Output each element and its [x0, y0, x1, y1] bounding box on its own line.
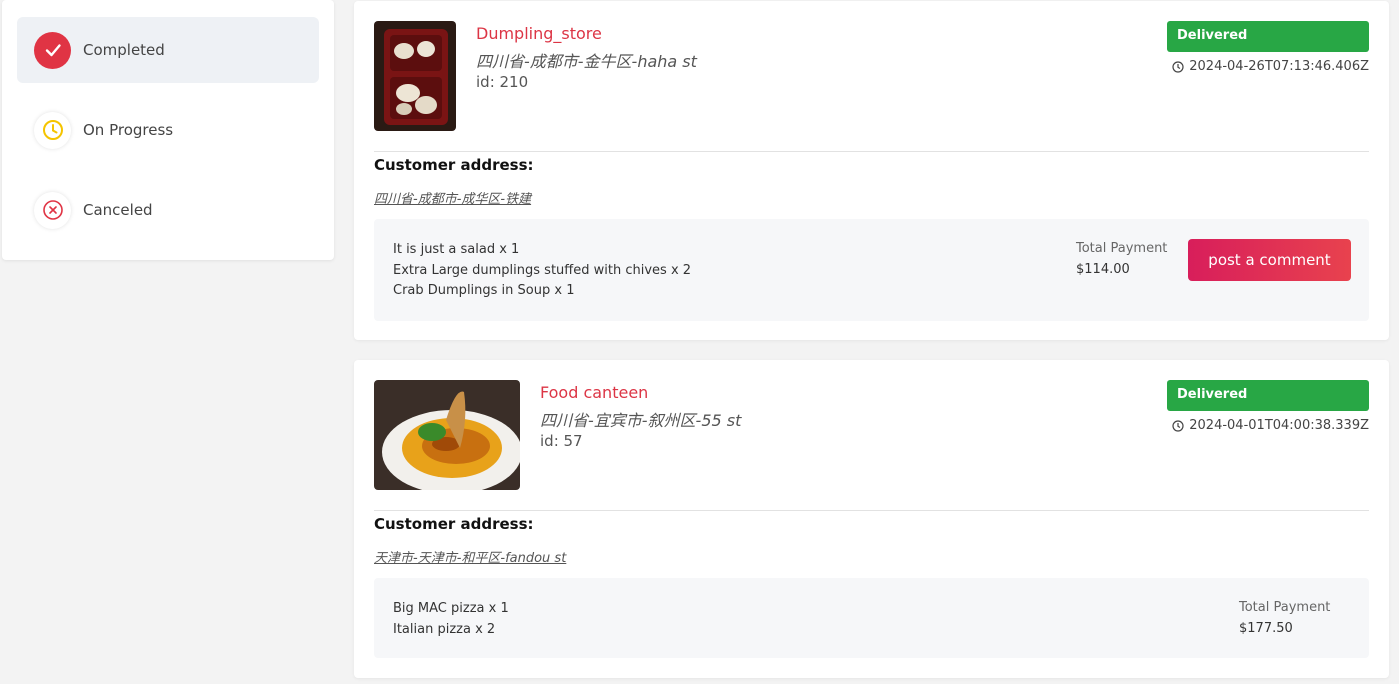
post-comment-button[interactable]: post a comment — [1188, 239, 1351, 281]
order-items-panel: It is just a salad x 1 Extra Large dumpl… — [374, 219, 1369, 321]
status-sidebar: Completed On Progress Canceled — [2, 0, 334, 260]
store-address: 四川省-宜宾市-叙州区-55 st — [540, 411, 742, 430]
divider — [374, 510, 1369, 511]
store-name-link[interactable]: Food canteen — [540, 383, 648, 402]
total-payment-label: Total Payment — [1076, 241, 1168, 256]
clock-icon — [34, 111, 71, 149]
list-item: It is just a salad x 1 — [393, 242, 520, 257]
clock-icon — [1172, 419, 1184, 432]
sidebar-item-canceled[interactable]: Canceled — [17, 177, 319, 243]
sidebar-item-label: Completed — [83, 41, 165, 59]
check-circle-icon — [34, 31, 71, 69]
store-image — [374, 21, 456, 131]
clock-icon — [1172, 60, 1184, 73]
total-payment-value: $114.00 — [1076, 262, 1130, 277]
sidebar-item-label: On Progress — [83, 121, 174, 139]
order-timestamp: 2024-04-01T04:00:38.339Z — [1172, 418, 1369, 433]
list-item: Extra Large dumplings stuffed with chive… — [393, 262, 692, 278]
store-name-link[interactable]: Dumpling_store — [476, 24, 602, 43]
store-id: id: 57 — [540, 432, 583, 450]
list-item: Big MAC pizza x 1 — [393, 601, 509, 616]
sidebar-item-label: Canceled — [83, 201, 153, 219]
order-card: Food canteen 四川省-宜宾市-叙州区-55 st id: 57 De… — [354, 360, 1389, 678]
list-item: Italian pizza x 2 — [393, 621, 496, 637]
customer-address-heading: Customer address: — [374, 515, 534, 533]
order-items-list: It is just a salad x 1 Extra Large dumpl… — [393, 240, 691, 302]
timestamp-text: 2024-04-01T04:00:38.339Z — [1189, 418, 1369, 433]
timestamp-text: 2024-04-26T07:13:46.406Z — [1189, 59, 1369, 74]
store-image — [374, 380, 520, 490]
customer-address-heading: Customer address: — [374, 156, 534, 174]
order-items-panel: Big MAC pizza x 1 Italian pizza x 2 Tota… — [374, 578, 1369, 658]
sidebar-item-on-progress[interactable]: On Progress — [17, 97, 319, 163]
list-item: Crab Dumplings in Soup x 1 — [393, 283, 575, 298]
status-badge: Delivered — [1167, 21, 1369, 52]
order-items-list: Big MAC pizza x 1 Italian pizza x 2 — [393, 599, 509, 640]
total-payment-value: $177.50 — [1239, 621, 1293, 636]
total-payment-label: Total Payment — [1239, 600, 1331, 615]
order-timestamp: 2024-04-26T07:13:46.406Z — [1172, 59, 1369, 74]
status-badge: Delivered — [1167, 380, 1369, 411]
store-id: id: 210 — [476, 73, 529, 91]
sidebar-item-completed[interactable]: Completed — [17, 17, 319, 83]
customer-address: 四川省-成都市-成华区-铁建 — [374, 192, 532, 207]
divider — [374, 151, 1369, 152]
order-card: Dumpling_store 四川省-成都市-金牛区-haha st id: 2… — [354, 1, 1389, 340]
x-circle-icon — [34, 191, 71, 229]
customer-address: 天津市-天津市-和平区-fandou st — [374, 551, 567, 566]
store-address: 四川省-成都市-金牛区-haha st — [476, 52, 697, 71]
